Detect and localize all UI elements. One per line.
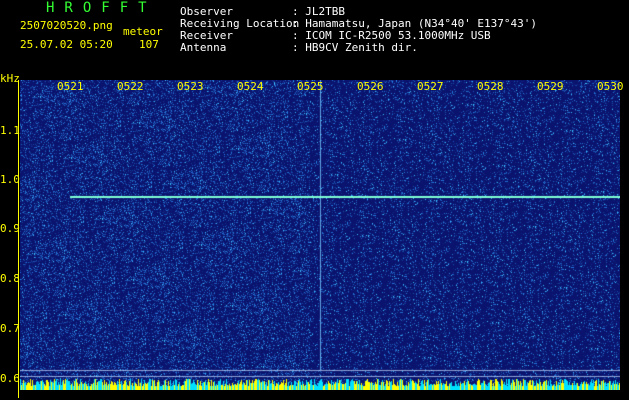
y-tick-label: 1.1 — [0, 124, 20, 137]
x-tick-label: 0527 — [417, 80, 444, 93]
x-tick-label: 0523 — [177, 80, 204, 93]
brand-title: HROFFT — [46, 0, 157, 16]
x-tick-label: 0526 — [357, 80, 384, 93]
y-tick-label: 0.8 — [0, 272, 20, 285]
x-tick-label: 0522 — [117, 80, 144, 93]
y-tick-label: 1.0 — [0, 173, 20, 186]
antenna-label: Antenna — [180, 41, 227, 54]
y-unit-label: kHz — [0, 72, 20, 85]
timestamp: 25.07.02 05:20 — [20, 38, 113, 51]
antenna-value: : HB9CV Zenith dir. — [292, 41, 418, 54]
meteor-count: 107 — [139, 38, 159, 51]
y-tick-label: 0.6 — [0, 372, 20, 385]
x-tick-label: 0530 — [597, 80, 624, 93]
spectrogram — [20, 80, 620, 390]
hrofft-display: HROFFT 2507020520.png 25.07.02 05:20 met… — [0, 0, 629, 400]
y-tick-label: 0.9 — [0, 222, 20, 235]
x-tick-label: 0528 — [477, 80, 504, 93]
x-tick-label: 0525 — [297, 80, 324, 93]
x-tick-label: 0524 — [237, 80, 264, 93]
filename: 2507020520.png — [20, 19, 113, 32]
meteor-label: meteor — [123, 25, 163, 38]
x-tick-label: 0521 — [57, 80, 84, 93]
x-tick-label: 0529 — [537, 80, 564, 93]
y-tick-label: 0.7 — [0, 322, 20, 335]
